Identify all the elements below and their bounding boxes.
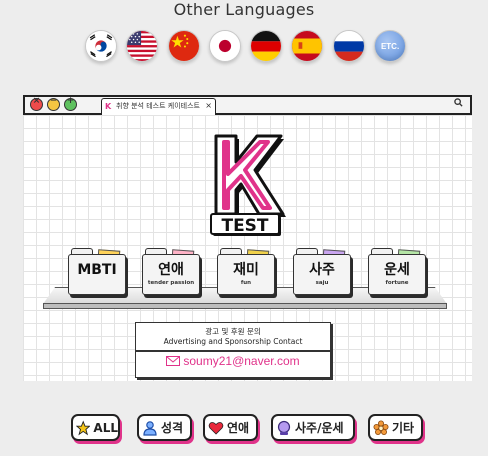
korea-flag-icon[interactable] (85, 30, 117, 62)
language-flags: ETC. (85, 30, 407, 62)
category-all-button[interactable]: ALL (71, 414, 120, 441)
germany-flag-icon[interactable] (250, 30, 283, 62)
logo-test-text: TEST (221, 216, 268, 236)
maximize-window-icon: + (64, 96, 77, 111)
flower-icon (373, 420, 389, 435)
contact-email: soumy21@naver.com (183, 354, 300, 368)
folder-subtitle: tender passion (147, 280, 195, 286)
category-label: 성격 (161, 421, 184, 435)
folder-title: 운세 (384, 262, 410, 278)
category-label: ALL (93, 420, 118, 435)
contact-divider (136, 350, 330, 352)
etc-languages-button[interactable]: ETC. (374, 30, 407, 62)
sponsorship-contact-box: 광고 및 후원 문의 Advertising and Sponsorship C… (135, 322, 331, 378)
crystal-ball-icon (277, 420, 291, 435)
k-test-logo: TEST (207, 132, 287, 238)
close-window-icon: × (30, 96, 43, 111)
category-personality-button[interactable]: 성격 (137, 414, 192, 441)
category-label: 사주/운세 (295, 421, 344, 435)
folder-fun[interactable]: 재미 fun (217, 248, 275, 295)
folder-saju[interactable]: 사주 saju (293, 248, 351, 295)
browser-titlebar: × − + K 취향 분석 테스트 케이테스트 × (23, 95, 472, 115)
star-icon (76, 419, 91, 435)
search-icon (454, 98, 463, 110)
spain-flag-icon[interactable] (291, 30, 324, 62)
folder-mbti[interactable]: MBTI (68, 248, 126, 295)
browser-tab-title: 취향 분석 테스트 케이테스트 (116, 102, 200, 110)
category-label: 기타 (392, 421, 415, 435)
folder-subtitle: saju (315, 280, 329, 286)
category-label: 연애 (227, 421, 250, 435)
tab-close-icon: × (205, 101, 212, 110)
k-logo-mini-icon: K (105, 102, 112, 111)
folder-fortune[interactable]: 운세 fortune (368, 248, 426, 295)
heart-icon (208, 421, 224, 435)
russia-flag-icon[interactable] (332, 30, 365, 62)
shelf-edge (43, 303, 447, 309)
category-love-button[interactable]: 연애 (203, 414, 258, 441)
folder-subtitle: fun (240, 280, 252, 286)
folder-subtitle: fortune (385, 280, 409, 286)
folder-love[interactable]: 연애 tender passion (142, 248, 200, 295)
envelope-icon (166, 356, 181, 366)
minimize-window-icon: − (47, 96, 60, 111)
folder-title: 사주 (309, 262, 335, 278)
person-icon (143, 420, 157, 436)
contact-title-en: Advertising and Sponsorship Contact (163, 337, 303, 346)
etc-label: ETC. (380, 41, 400, 51)
folder-title: 재미 (233, 262, 259, 278)
category-saju-fortune-button[interactable]: 사주/운세 (271, 414, 355, 441)
browser-mockup: × − + K 취향 분석 테스트 케이테스트 × TEST MBTI 연애 t… (23, 95, 472, 381)
folder-title: MBTI (77, 262, 117, 278)
category-etc-button[interactable]: 기타 (368, 414, 423, 441)
other-languages-title: Other Languages (173, 0, 315, 19)
china-flag-icon[interactable] (167, 30, 200, 62)
usa-flag-icon[interactable] (126, 30, 159, 62)
folder-title: 연애 (158, 262, 184, 278)
browser-tab: K 취향 분석 테스트 케이테스트 × (101, 98, 216, 115)
contact-email-link[interactable]: soumy21@naver.com (136, 354, 330, 368)
window-controls: × − + (30, 96, 77, 111)
contact-title-ko: 광고 및 후원 문의 (205, 327, 261, 336)
japan-flag-icon[interactable] (208, 30, 241, 62)
